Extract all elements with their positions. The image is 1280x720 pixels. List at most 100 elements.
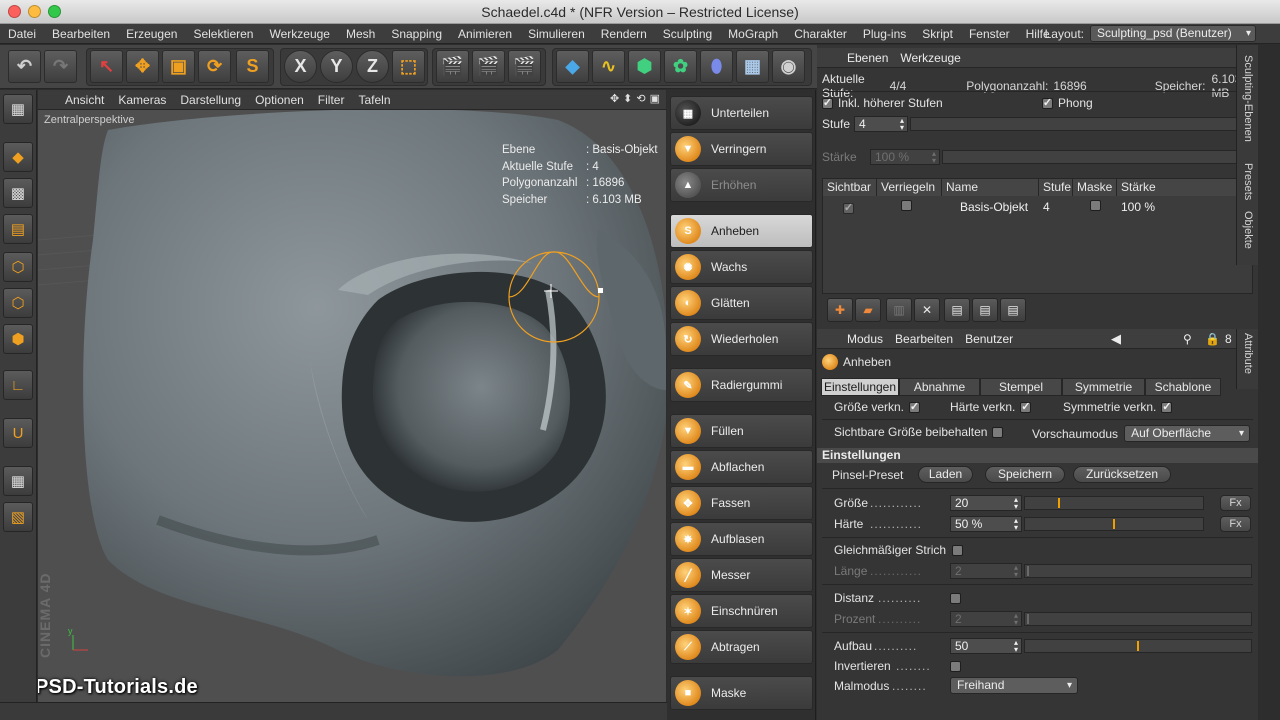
brush-messer-button[interactable]: ╱ Messer	[670, 558, 813, 592]
brush-unterteilen-button[interactable]: ▦ Unterteilen	[670, 96, 813, 130]
brush-fassen-button[interactable]: ✥ Fassen	[670, 486, 813, 520]
viewport-menu-kameras[interactable]: Kameras	[111, 93, 173, 107]
vtab-presets[interactable]: Presets	[1236, 157, 1258, 205]
add-folder-icon[interactable]: ▰	[855, 298, 881, 322]
vtab-attributes[interactable]: Attribute	[1236, 329, 1258, 389]
3d-viewport[interactable]: y Ansicht Kameras Darstellung Optionen F…	[38, 90, 666, 702]
edges-mode-icon[interactable]: ⬡	[3, 288, 33, 318]
attr-menu-benutzer[interactable]: Benutzer	[959, 332, 1019, 346]
preview-mode-select[interactable]: Auf Oberfläche	[1124, 425, 1251, 442]
texture-mode-icon[interactable]: ▩	[3, 178, 33, 208]
menu-plugins[interactable]: Plug-ins	[855, 27, 914, 41]
preset-save-button[interactable]: Speichern	[985, 466, 1065, 483]
layout-select[interactable]: Sculpting_psd (Benutzer)	[1090, 25, 1256, 42]
menu-mograph[interactable]: MoGraph	[720, 27, 786, 41]
render-settings-icon[interactable]: 🎬	[508, 50, 541, 83]
buildup-slider[interactable]	[1024, 639, 1252, 653]
level-field[interactable]: 4 ▴ ▾	[854, 116, 908, 132]
percent-field[interactable]: 2 ▴ ▾	[950, 611, 1022, 627]
hardness-slider-knob[interactable]	[1113, 519, 1115, 529]
menu-erzeugen[interactable]: Erzeugen	[118, 27, 185, 41]
viewport-menu-darstellung[interactable]: Darstellung	[173, 93, 248, 107]
viewport-menu-tafeln[interactable]: Tafeln	[351, 93, 397, 107]
add-layer-icon[interactable]: ✚	[827, 298, 853, 322]
brush-anheben-button[interactable]: S Anheben	[670, 214, 813, 248]
axis-z-button[interactable]: Z	[356, 50, 389, 83]
length-field[interactable]: 2 ▴ ▾	[950, 563, 1022, 579]
floor-icon[interactable]: ▦	[736, 50, 769, 83]
bake-layer-icon[interactable]: ▤	[944, 298, 970, 322]
brush-abflachen-button[interactable]: ▬ Abflachen	[670, 450, 813, 484]
workplane-icon[interactable]: ▤	[3, 214, 33, 244]
render-picture-viewer-icon[interactable]: 🎬	[472, 50, 505, 83]
back-arrow-icon[interactable]: ◀	[1111, 331, 1121, 347]
brush-radiergummi-button[interactable]: ✎ Radiergummi	[670, 368, 813, 402]
incl-higher-checkbox[interactable]	[822, 97, 833, 109]
link-icon[interactable]: 8	[1225, 332, 1232, 346]
symmetry-link-checkbox[interactable]	[1161, 401, 1173, 413]
tab-abnahme[interactable]: Abnahme	[899, 378, 980, 396]
redo-icon[interactable]: ↷	[44, 50, 77, 83]
tab-werkzeuge[interactable]: Werkzeuge	[894, 51, 966, 65]
viewport-menu-optionen[interactable]: Optionen	[248, 93, 311, 107]
zoom-window-button[interactable]	[48, 5, 61, 18]
undo-icon[interactable]: ↶	[8, 50, 41, 83]
live-selection-icon[interactable]: ↖	[90, 50, 123, 83]
workplane-lock-icon[interactable]: ▦	[3, 466, 33, 496]
brush-wachs-button[interactable]: ✺ Wachs	[670, 250, 813, 284]
level-slider[interactable]	[910, 117, 1255, 131]
column-level[interactable]: Stufe	[1039, 179, 1073, 196]
model-mode-icon[interactable]: ◆	[3, 142, 33, 172]
axis-y-button[interactable]: Y	[320, 50, 353, 83]
attr-menu-modus[interactable]: Modus	[841, 332, 889, 346]
layer-lock-checkbox[interactable]	[901, 200, 912, 211]
minimize-window-button[interactable]	[28, 5, 41, 18]
tab-schablone[interactable]: Schablone	[1145, 378, 1221, 396]
brush-maske-button[interactable]: ■ Maske	[670, 676, 813, 710]
phong-checkbox[interactable]	[1042, 97, 1053, 109]
orbit-icon[interactable]: ⟲	[636, 92, 645, 105]
column-lock[interactable]: Verriegeln	[877, 179, 942, 196]
hardness-link-checkbox[interactable]	[1020, 401, 1032, 413]
layer-visible-checkbox[interactable]	[843, 202, 854, 214]
strength-field[interactable]: 100 % ▴ ▾	[870, 149, 940, 165]
clear-layer-icon[interactable]: ✕	[914, 298, 940, 322]
menu-bearbeiten[interactable]: Bearbeiten	[44, 27, 118, 41]
brush-abtragen-button[interactable]: ⟋ Abtragen	[670, 630, 813, 664]
workplane-align-icon[interactable]: ▧	[3, 502, 33, 532]
camera-icon[interactable]: ◉	[772, 50, 805, 83]
strength-slider[interactable]	[942, 150, 1253, 164]
search-icon[interactable]: ⚲	[1183, 332, 1192, 346]
menu-sculpting[interactable]: Sculpting	[655, 27, 720, 41]
coordinate-system-icon[interactable]: ⬚	[392, 50, 425, 83]
tab-einstellungen[interactable]: Einstellungen	[821, 378, 899, 396]
menu-animieren[interactable]: Animieren	[450, 27, 520, 41]
mograph-cloner-icon[interactable]: ✿	[664, 50, 697, 83]
tab-symmetrie[interactable]: Symmetrie	[1062, 378, 1145, 396]
deformer-icon[interactable]: ⬮	[700, 50, 733, 83]
viewport-menu-filter[interactable]: Filter	[311, 93, 352, 107]
dolly-icon[interactable]: ⬍	[623, 92, 632, 105]
brush-aufblasen-button[interactable]: ✸ Aufblasen	[670, 522, 813, 556]
move-icon[interactable]: ✥	[126, 50, 159, 83]
vtab-objects[interactable]: Objekte	[1236, 205, 1258, 265]
size-fx-button[interactable]: Fx	[1220, 495, 1251, 511]
scale-icon[interactable]: ▣	[162, 50, 195, 83]
render-view-icon[interactable]: 🎬	[436, 50, 469, 83]
layer-mask-checkbox[interactable]	[1090, 200, 1101, 211]
sculpt-brush-icon[interactable]: S	[236, 50, 269, 83]
menu-datei[interactable]: Datei	[0, 27, 44, 41]
preset-reset-button[interactable]: Zurücksetzen	[1073, 466, 1171, 483]
menu-simulieren[interactable]: Simulieren	[520, 27, 593, 41]
vtab-sculpting-layers[interactable]: Sculpting-Ebenen	[1236, 45, 1258, 157]
menu-rendern[interactable]: Rendern	[593, 27, 655, 41]
points-mode-icon[interactable]: ⬡	[3, 252, 33, 282]
column-visible[interactable]: Sichtbar	[823, 179, 877, 196]
rotate-icon[interactable]: ⟳	[198, 50, 231, 83]
menu-snapping[interactable]: Snapping	[383, 27, 450, 41]
keep-size-checkbox[interactable]	[992, 426, 1004, 438]
brush-einschnueren-button[interactable]: ✶ Einschnüren	[670, 594, 813, 628]
cube-object-icon[interactable]: ◆	[556, 50, 589, 83]
viewport-menu-ansicht[interactable]: Ansicht	[58, 93, 111, 107]
size-slider-knob[interactable]	[1058, 498, 1060, 508]
